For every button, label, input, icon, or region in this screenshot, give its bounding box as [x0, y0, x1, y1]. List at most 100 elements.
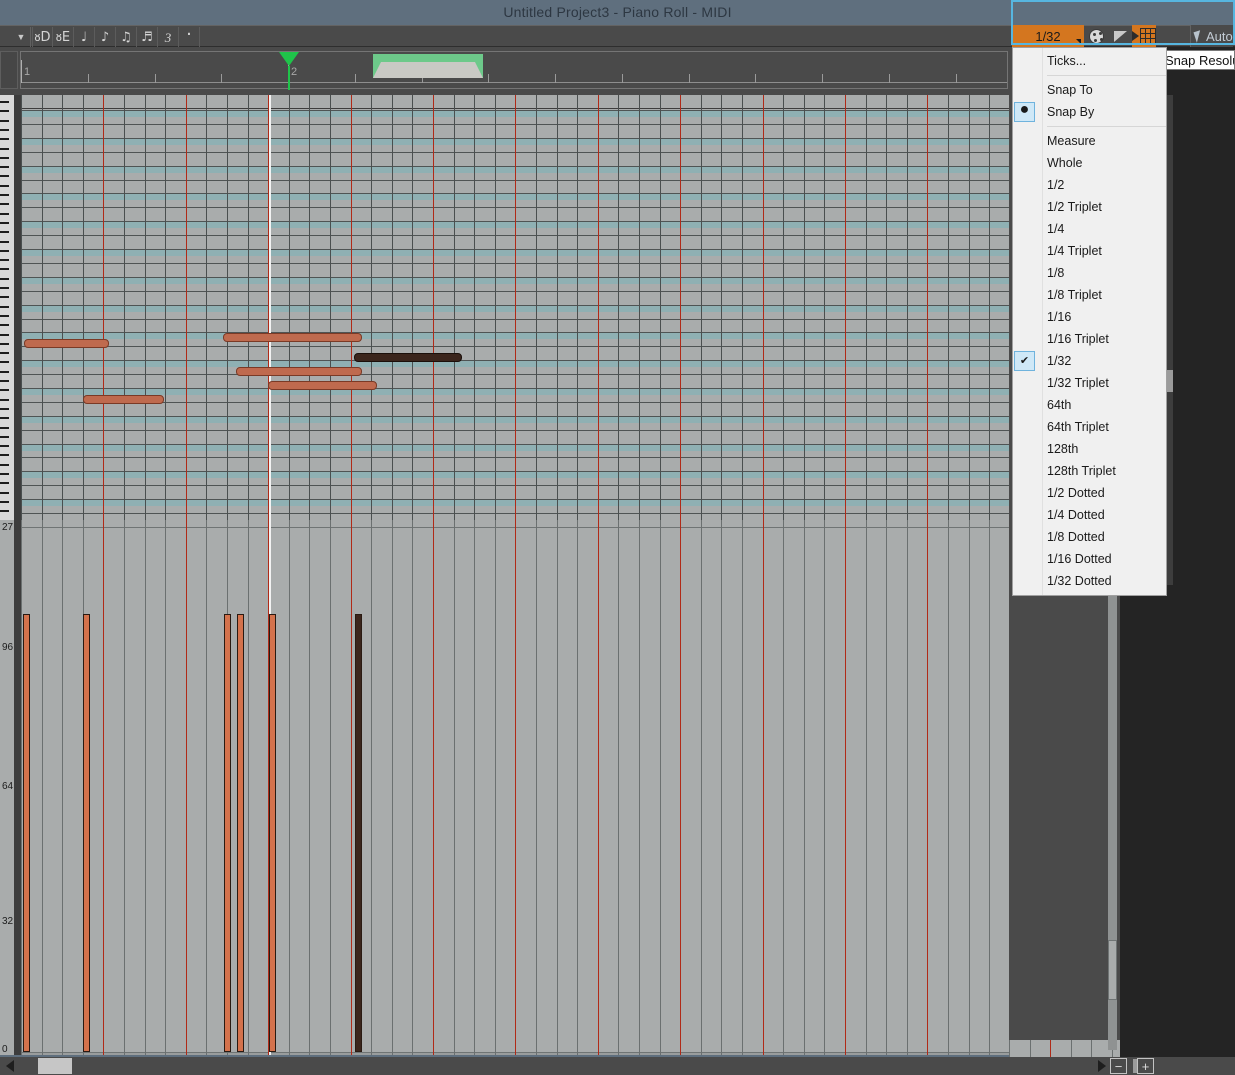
midi-note[interactable] [236, 367, 362, 376]
menu-item-1-2[interactable]: 1/2 [1013, 174, 1166, 196]
menu-item-1-4[interactable]: 1/4 [1013, 218, 1166, 240]
piano-key[interactable] [0, 501, 9, 503]
velocity-bar[interactable] [23, 614, 30, 1052]
piano-key[interactable] [0, 120, 9, 122]
menu-item-1-2-dotted[interactable]: 1/2 Dotted [1013, 482, 1166, 504]
menu-item-ticks[interactable]: Ticks... [1013, 50, 1166, 72]
piano-key[interactable] [0, 203, 9, 205]
piano-key[interactable] [0, 129, 9, 131]
sixteenth-note-button[interactable]: ♫ [116, 27, 137, 47]
piano-key[interactable] [0, 389, 9, 391]
menu-item-1-16-dotted[interactable]: 1/16 Dotted [1013, 548, 1166, 570]
menu-item-snap-by[interactable]: ● Snap By [1013, 101, 1166, 123]
piano-key[interactable] [0, 287, 9, 289]
zoom-in-button[interactable]: + [1137, 1058, 1154, 1074]
menu-item-1-32-dotted[interactable]: 1/32 Dotted [1013, 570, 1166, 592]
scrollbar-thumb[interactable] [1108, 940, 1117, 1000]
piano-key[interactable] [0, 166, 9, 168]
thirtysecond-note-button[interactable]: ♬ [137, 27, 158, 47]
velocity-grid[interactable] [21, 520, 1120, 1055]
piano-key[interactable] [0, 482, 9, 484]
menu-item-1-16-triplet[interactable]: 1/16 Triplet [1013, 328, 1166, 350]
menu-item-measure[interactable]: Measure [1013, 130, 1166, 152]
velocity-bar[interactable] [83, 614, 90, 1052]
velocity-vertical-scrollbar[interactable] [1108, 520, 1117, 1050]
half-note-button[interactable]: ᴕE [53, 27, 74, 47]
menu-item-64th-triplet[interactable]: 64th Triplet [1013, 416, 1166, 438]
piano-key[interactable] [0, 408, 9, 410]
chevron-down-icon[interactable]: ▼ [14, 30, 28, 44]
piano-key[interactable] [0, 213, 9, 215]
piano-key[interactable] [0, 464, 9, 466]
snap-resolution-menu[interactable]: Ticks... Snap To ● Snap By Measure Whole 1/2 1/… [1012, 47, 1167, 596]
piano-key[interactable] [0, 324, 9, 326]
piano-key[interactable] [0, 222, 9, 224]
piano-key[interactable] [0, 259, 9, 261]
piano-key[interactable] [0, 343, 9, 345]
piano-key[interactable] [0, 334, 9, 336]
piano-key[interactable] [0, 157, 9, 159]
menu-item-1-8-dotted[interactable]: 1/8 Dotted [1013, 526, 1166, 548]
horizontal-scrollbar-thumb[interactable] [38, 1058, 72, 1074]
piano-key[interactable] [0, 110, 9, 112]
menu-item-1-4-dotted[interactable]: 1/4 Dotted [1013, 504, 1166, 526]
piano-key[interactable] [0, 268, 9, 270]
menu-item-1-32[interactable]: ✔ 1/32 [1013, 350, 1166, 372]
piano-key[interactable] [0, 138, 9, 140]
loop-region[interactable] [373, 54, 483, 78]
piano-key[interactable] [0, 352, 9, 354]
piano-key[interactable] [0, 101, 9, 103]
velocity-bar[interactable] [355, 614, 362, 1052]
piano-key[interactable] [0, 473, 9, 475]
piano-key[interactable] [0, 361, 9, 363]
piano-key[interactable] [0, 231, 9, 233]
piano-key[interactable] [0, 315, 9, 317]
velocity-bar[interactable] [237, 614, 244, 1052]
menu-item-1-16[interactable]: 1/16 [1013, 306, 1166, 328]
piano-key[interactable] [0, 445, 9, 447]
midi-note[interactable] [354, 353, 462, 362]
piano-key[interactable] [0, 399, 9, 401]
piano-key[interactable] [0, 427, 9, 429]
menu-item-128th-triplet[interactable]: 128th Triplet [1013, 460, 1166, 482]
timeline-ruler[interactable]: 12 [20, 51, 1008, 90]
zoom-out-button[interactable]: − [1110, 1058, 1127, 1074]
note-grid[interactable] [21, 95, 1009, 520]
piano-key[interactable] [0, 510, 9, 512]
midi-note[interactable] [83, 395, 164, 404]
piano-key[interactable] [0, 278, 9, 280]
piano-key[interactable] [0, 380, 9, 382]
triplet-button[interactable]: 3 [158, 27, 179, 47]
quarter-note-button[interactable]: ♩ [74, 27, 95, 47]
menu-item-1-4-triplet[interactable]: 1/4 Triplet [1013, 240, 1166, 262]
piano-key[interactable] [0, 371, 9, 373]
piano-key[interactable] [0, 436, 9, 438]
eighth-note-button[interactable]: ♪ [95, 27, 116, 47]
menu-item-1-8-triplet[interactable]: 1/8 Triplet [1013, 284, 1166, 306]
piano-key[interactable] [0, 175, 9, 177]
menu-item-1-2-triplet[interactable]: 1/2 Triplet [1013, 196, 1166, 218]
menu-item-1-8[interactable]: 1/8 [1013, 262, 1166, 284]
piano-key[interactable] [0, 492, 9, 494]
piano-key[interactable] [0, 148, 9, 150]
arrow-right-icon[interactable] [1098, 1060, 1106, 1072]
menu-item-1-32-triplet[interactable]: 1/32 Triplet [1013, 372, 1166, 394]
piano-key[interactable] [0, 306, 9, 308]
piano-keyboard[interactable] [0, 95, 14, 522]
piano-key[interactable] [0, 417, 9, 419]
midi-note[interactable] [223, 333, 362, 342]
piano-key[interactable] [0, 296, 9, 298]
menu-item-128th[interactable]: 128th [1013, 438, 1166, 460]
piano-key[interactable] [0, 194, 9, 196]
midi-note[interactable] [268, 381, 377, 390]
midi-note[interactable] [24, 339, 109, 348]
menu-item-64th[interactable]: 64th [1013, 394, 1166, 416]
whole-note-button[interactable]: ᴕD [32, 27, 53, 47]
menu-item-snap-to[interactable]: Snap To [1013, 79, 1166, 101]
velocity-bar[interactable] [224, 614, 231, 1052]
arrow-left-icon[interactable] [6, 1060, 14, 1072]
menu-item-whole[interactable]: Whole [1013, 152, 1166, 174]
piano-key[interactable] [0, 185, 9, 187]
piano-key[interactable] [0, 241, 9, 243]
playhead-handle[interactable] [279, 52, 299, 66]
